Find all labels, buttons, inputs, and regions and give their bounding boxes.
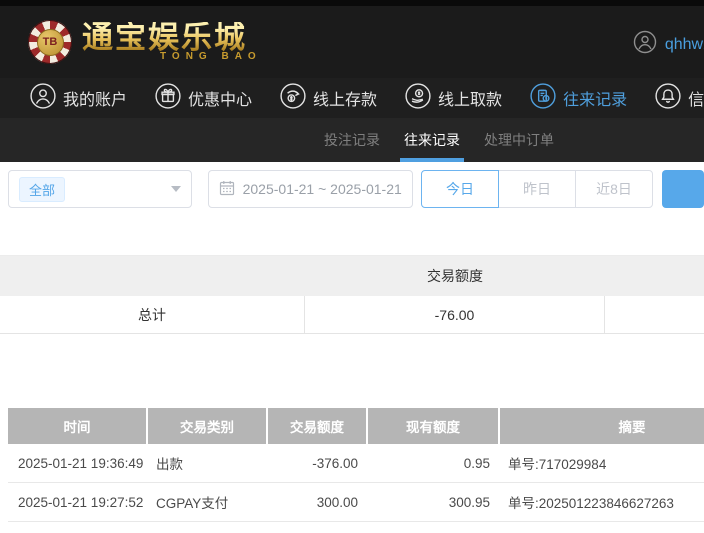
table-row: 2025-01-21 19:27:52 CGPAY支付 300.00 300.9… [8, 483, 704, 522]
transactions-table: 时间 交易类别 交易额度 现有额度 摘要 2025-01-21 19:36:49… [8, 408, 704, 522]
nav-item-promotions[interactable]: 优惠中心 [155, 82, 253, 114]
nav-label: 线上存款 [313, 92, 378, 109]
nav-item-withdraw[interactable]: 线上取款 [405, 82, 503, 114]
nav-label: 信 [688, 92, 704, 109]
tab-label: 投注记录 [324, 132, 380, 148]
cell-type: CGPAY支付 [156, 496, 229, 511]
summary-header-spacer [605, 256, 704, 296]
type-select[interactable]: 全部 [8, 170, 192, 208]
subnav-tabs: 投注记录 往来记录 处理中订单 [0, 118, 704, 162]
nav-label: 往来记录 [563, 92, 628, 109]
summary-total-label: 总计 [0, 296, 305, 333]
deposit-icon [280, 82, 306, 114]
cell-amount: -376.00 [312, 455, 358, 471]
col-header-balance: 现有额度 [368, 408, 500, 444]
summary-total-value: -76.00 [305, 296, 605, 333]
tab-label: 处理中订单 [484, 132, 554, 148]
yesterday-button[interactable]: 昨日 [498, 170, 576, 208]
logo-chip-text: TB [36, 28, 64, 56]
today-button[interactable]: 今日 [421, 170, 499, 208]
tab-transaction-records[interactable]: 往来记录 [400, 118, 464, 162]
col-header-type: 交易类别 [148, 408, 268, 444]
cell-summary: 单号:717029984 [508, 457, 607, 472]
nav-label: 优惠中心 [188, 92, 253, 109]
logo-subtitle: TONG BAO [160, 51, 262, 62]
site-header: TB 通宝娱乐城 TONG BAO qhhw2 [0, 6, 704, 78]
tab-processing-orders[interactable]: 处理中订单 [480, 118, 558, 162]
user-account[interactable]: qhhw2 [633, 30, 704, 59]
summary-header-row: 交易额度 [0, 256, 704, 296]
table-header-row: 时间 交易类别 交易额度 现有额度 摘要 [8, 408, 704, 444]
cell-amount: 300.00 [316, 494, 358, 510]
summary-empty-cell [605, 296, 704, 333]
cell-balance: 300.95 [448, 494, 490, 510]
avatar-icon [633, 30, 657, 59]
main-nav: 我的账户 优惠中心 线上存款 线上取款 往来记录 信 [0, 78, 704, 118]
username: qhhw2 [664, 35, 704, 53]
calendar-icon [219, 180, 235, 199]
logo[interactable]: 通宝娱乐城 TONG BAO [82, 22, 262, 62]
col-header-time: 时间 [8, 408, 148, 444]
chevron-down-icon [170, 186, 181, 192]
table-row: 2025-01-21 19:36:49 出款 -376.00 0.95 单号:7… [8, 444, 704, 483]
cell-balance: 0.95 [463, 455, 490, 471]
records-icon [530, 82, 556, 114]
cell-summary: 单号:202501223846627263 [508, 496, 674, 511]
gift-icon [155, 82, 181, 114]
nav-label: 线上取款 [438, 92, 503, 109]
summary-header-spacer [0, 256, 305, 296]
withdraw-icon [405, 82, 431, 114]
search-button[interactable] [662, 170, 704, 208]
quick-range-buttons: 今日 昨日 近8日 [421, 170, 653, 208]
summary-header-amount: 交易额度 [427, 268, 483, 284]
cell-time: 2025-01-21 19:27:52 [18, 494, 144, 510]
nav-item-deposit[interactable]: 线上存款 [280, 82, 378, 114]
cell-time: 2025-01-21 19:36:49 [18, 455, 144, 471]
cell-type: 出款 [156, 457, 183, 472]
logo-chip-icon: TB [28, 20, 72, 64]
date-range-value: 2025-01-21 ~ 2025-01-21 [242, 181, 402, 197]
col-header-amount: 交易额度 [268, 408, 368, 444]
logo-title: 通宝娱乐城 [82, 22, 262, 53]
nav-label: 我的账户 [63, 92, 128, 109]
nav-item-transactions[interactable]: 往来记录 [530, 82, 628, 114]
nav-item-my-account[interactable]: 我的账户 [30, 82, 128, 114]
type-select-value: 全部 [19, 176, 66, 202]
tab-betting-records[interactable]: 投注记录 [320, 118, 384, 162]
user-icon [30, 82, 56, 114]
tab-label: 往来记录 [404, 132, 460, 148]
filter-bar: 全部 2025-01-21 ~ 2025-01-21 今日 昨日 近8日 [8, 170, 704, 208]
col-header-summary: 摘要 [618, 420, 646, 435]
bell-icon [655, 82, 681, 114]
date-range-input[interactable]: 2025-01-21 ~ 2025-01-21 [207, 170, 413, 208]
summary-table: 交易额度 总计 -76.00 [0, 255, 704, 334]
summary-total-row: 总计 -76.00 [0, 296, 704, 334]
nav-item-messages[interactable]: 信 [655, 82, 704, 114]
last8days-button[interactable]: 近8日 [575, 170, 653, 208]
